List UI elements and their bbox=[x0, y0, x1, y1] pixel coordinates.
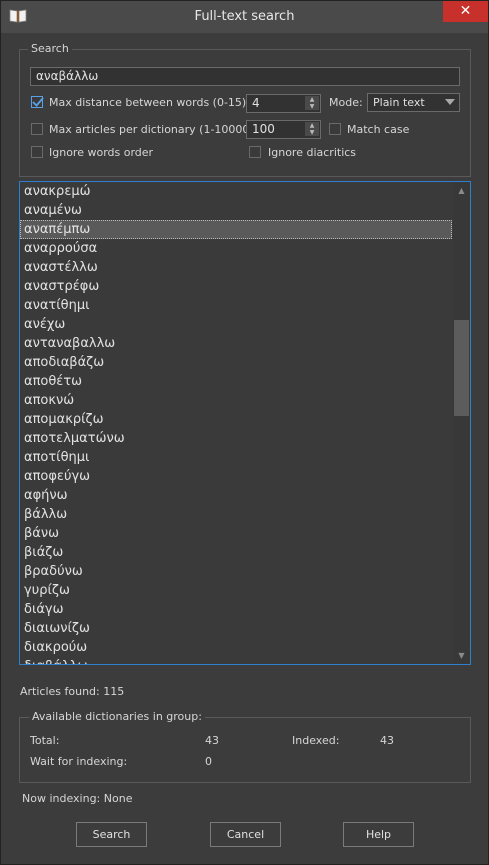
spin-down-icon[interactable]: ▼ bbox=[305, 103, 319, 110]
spin-down-icon[interactable]: ▼ bbox=[305, 129, 319, 136]
search-button[interactable]: Search bbox=[76, 822, 147, 847]
indexed-value: 43 bbox=[380, 734, 394, 747]
list-item[interactable]: αποτίθημι bbox=[20, 448, 452, 467]
list-item[interactable]: διάγω bbox=[20, 600, 452, 619]
ignore-order-checkbox[interactable] bbox=[31, 146, 43, 158]
list-item[interactable]: γυρίζω bbox=[20, 581, 452, 600]
list-item[interactable]: βάλλω bbox=[20, 505, 452, 524]
list-item[interactable]: αναστέλλω bbox=[20, 258, 452, 277]
now-indexing-status: Now indexing: None bbox=[22, 792, 133, 805]
max-distance-spinbox[interactable]: 4 ▲ ▼ bbox=[246, 94, 321, 113]
list-item[interactable]: αφήνω bbox=[20, 486, 452, 505]
mode-combobox[interactable]: Plain text bbox=[367, 93, 460, 112]
list-item[interactable]: διαιωνίζω bbox=[20, 619, 452, 638]
list-item[interactable]: ανταναβαλλω bbox=[20, 334, 452, 353]
total-label: Total: bbox=[30, 734, 60, 747]
dictionaries-group: Available dictionaries in group: bbox=[19, 710, 471, 783]
mode-value: Plain text bbox=[373, 96, 425, 109]
mode-label: Mode: bbox=[329, 96, 363, 109]
results-list-items: ανακρεμώ αναμένω αναπέμπω αναρρούσα αναστέλλ… bbox=[20, 182, 452, 664]
indexed-label: Indexed: bbox=[292, 734, 340, 747]
list-item[interactable]: απομακρίζω bbox=[20, 410, 452, 429]
spin-up-icon[interactable]: ▲ bbox=[305, 96, 319, 103]
max-articles-spin-arrows[interactable]: ▲ ▼ bbox=[305, 122, 319, 137]
list-item[interactable]: αναμένω bbox=[20, 201, 452, 220]
max-distance-value: 4 bbox=[252, 96, 260, 110]
max-articles-checkbox[interactable] bbox=[31, 123, 43, 135]
ignore-diacritics-checkbox[interactable] bbox=[249, 146, 261, 158]
list-item[interactable]: ανακρεμώ bbox=[20, 182, 452, 201]
results-scrollbar[interactable]: ▲ ▼ bbox=[453, 182, 470, 664]
max-articles-label: Max articles per dictionary (1-10000): bbox=[49, 123, 258, 136]
list-item[interactable]: διακρούω bbox=[20, 638, 452, 657]
results-list[interactable]: ανακρεμώ αναμένω αναπέμπω αναρρούσα αναστέλλ… bbox=[19, 181, 471, 665]
ignore-diacritics-label: Ignore diacritics bbox=[268, 146, 357, 159]
check-icon bbox=[32, 97, 44, 107]
articles-found-label: Articles found: 115 bbox=[20, 685, 125, 698]
list-item[interactable]: βάνω bbox=[20, 524, 452, 543]
ignore-order-label: Ignore words order bbox=[49, 146, 154, 159]
full-text-search-window: Full-text search ✕ Search αναβάλλω Max d… bbox=[0, 0, 489, 865]
list-item[interactable]: ανατίθημι bbox=[20, 296, 452, 315]
window-title: Full-text search bbox=[194, 9, 295, 24]
wait-for-indexing-value: 0 bbox=[205, 755, 212, 768]
close-button[interactable]: ✕ bbox=[443, 1, 488, 22]
list-item[interactable]: αποδιαβάζω bbox=[20, 353, 452, 372]
spin-up-icon[interactable]: ▲ bbox=[305, 122, 319, 129]
scroll-down-icon[interactable]: ▼ bbox=[453, 647, 470, 664]
match-case-label: Match case bbox=[347, 123, 410, 136]
total-value: 43 bbox=[205, 734, 219, 747]
list-item[interactable]: βραδύνω bbox=[20, 562, 452, 581]
scroll-up-icon[interactable]: ▲ bbox=[453, 182, 470, 199]
list-item[interactable]: αναρρούσα bbox=[20, 239, 452, 258]
list-item[interactable]: αποθέτω bbox=[20, 372, 452, 391]
help-button[interactable]: Help bbox=[343, 822, 414, 847]
list-item[interactable]: αποφεύγω bbox=[20, 467, 452, 486]
max-distance-checkbox[interactable] bbox=[31, 96, 44, 108]
search-query-input[interactable]: αναβάλλω bbox=[30, 67, 460, 86]
scroll-thumb[interactable] bbox=[454, 320, 469, 416]
list-item[interactable]: ανέχω bbox=[20, 315, 452, 334]
list-item[interactable]: βιάζω bbox=[20, 543, 452, 562]
list-item[interactable]: αποκνώ bbox=[20, 391, 452, 410]
title-bar: Full-text search ✕ bbox=[1, 1, 488, 33]
close-icon: ✕ bbox=[459, 3, 472, 19]
max-distance-label: Max distance between words (0-15): bbox=[49, 96, 250, 109]
list-item[interactable]: αναπέμπω bbox=[20, 220, 452, 239]
search-group-legend: Search bbox=[28, 42, 72, 55]
cancel-button[interactable]: Cancel bbox=[210, 822, 281, 847]
chevron-down-icon bbox=[445, 99, 455, 105]
list-item[interactable]: αναστρέφω bbox=[20, 277, 452, 296]
match-case-checkbox[interactable] bbox=[329, 123, 341, 135]
wait-for-indexing-label: Wait for indexing: bbox=[30, 755, 128, 768]
dictionaries-group-legend: Available dictionaries in group: bbox=[29, 710, 205, 723]
max-articles-spinbox[interactable]: 100 ▲ ▼ bbox=[246, 120, 321, 139]
list-item[interactable]: διαβάλλω bbox=[20, 657, 452, 664]
list-item[interactable]: αποτελματώνω bbox=[20, 429, 452, 448]
max-articles-value: 100 bbox=[252, 122, 275, 136]
max-distance-spin-arrows[interactable]: ▲ ▼ bbox=[305, 96, 319, 111]
